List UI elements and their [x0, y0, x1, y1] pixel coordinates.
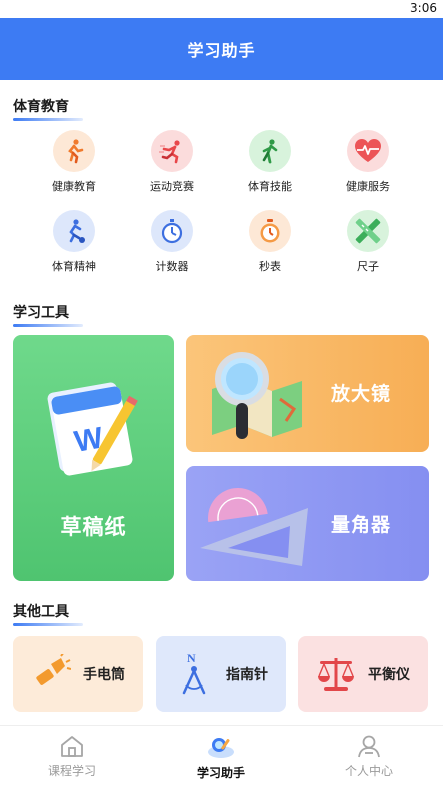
page-title: 学习助手 [187, 41, 256, 60]
grid-item-ruler[interactable]: 尺子 [328, 210, 408, 282]
flashlight-label: 手电筒 [83, 667, 125, 683]
compass-label: 指南针 [226, 667, 268, 683]
grid-item-label: 体育技能 [248, 180, 292, 193]
grid-item-label: 健康服务 [346, 180, 390, 193]
balance-label: 平衡仪 [368, 667, 410, 683]
grid-item-label: 运动竞赛 [150, 180, 194, 193]
home-icon [61, 736, 83, 757]
bottom-tab-bar: 课程学习 学习助手 个人中心 [0, 725, 443, 793]
draft-paper-card[interactable]: W 草稿纸 [13, 335, 174, 581]
tab-label: 学习助手 [196, 766, 245, 780]
section-title-study-tools-text: 学习工具 [13, 305, 69, 321]
app-bar: 学习助手 [0, 18, 443, 80]
tab-study-assistant[interactable]: 学习助手 [166, 734, 276, 781]
grid-item-label: 体育精神 [52, 260, 96, 273]
protractor-card[interactable]: 量角器 [186, 466, 429, 581]
tab-course-study[interactable]: 课程学习 [17, 734, 127, 779]
draft-paper-label: 草稿纸 [60, 515, 127, 539]
status-time: 3:06 [410, 1, 437, 15]
assistant-icon [208, 738, 234, 758]
compass-card[interactable]: N 指南针 [156, 636, 286, 712]
section-title-pe-text: 体育教育 [13, 99, 69, 115]
compass-icon: N [182, 651, 206, 695]
grid-item-stopwatch[interactable]: 秒表 [230, 210, 310, 282]
section-underline [13, 324, 83, 327]
grid-item-counter[interactable]: 计数器 [132, 210, 212, 282]
tab-label: 个人中心 [344, 764, 393, 778]
grid-item-label: 计数器 [155, 260, 189, 273]
section-title-study-tools: 学习工具 [13, 302, 83, 327]
grid-item-health-education[interactable]: 健康教育 [34, 130, 114, 202]
athlete-icon [249, 130, 291, 172]
magnifier-label: 放大镜 [331, 383, 392, 405]
protractor-icon [200, 488, 308, 566]
person-icon [358, 735, 380, 758]
grid-item-sports-competition[interactable]: 运动竞赛 [132, 130, 212, 202]
balance-card[interactable]: 平衡仪 [298, 636, 428, 712]
section-title-other-tools-text: 其他工具 [13, 604, 69, 620]
soccer-player-icon [53, 210, 95, 252]
magnifier-icon [212, 352, 302, 439]
grid-item-sports-skills[interactable]: 体育技能 [230, 130, 310, 202]
grid-item-label: 秒表 [259, 260, 281, 273]
grid-item-sportsmanship[interactable]: 体育精神 [34, 210, 114, 282]
flashlight-icon [36, 654, 71, 685]
tab-label: 课程学习 [47, 764, 96, 778]
section-underline [13, 623, 83, 626]
magnifier-card[interactable]: 放大镜 [186, 335, 429, 452]
grid-item-label: 尺子 [357, 260, 379, 273]
grid-item-health-service[interactable]: 健康服务 [328, 130, 408, 202]
draft-paper-icon: W [47, 382, 138, 476]
svg-text:N: N [187, 651, 196, 665]
sprint-icon [151, 130, 193, 172]
balance-scale-icon [318, 658, 354, 691]
protractor-label: 量角器 [331, 514, 392, 536]
stopwatch-icon [151, 210, 193, 252]
heart-icon [347, 130, 389, 172]
section-underline [13, 118, 83, 121]
grid-item-label: 健康教育 [52, 180, 96, 193]
runner-icon [53, 130, 95, 172]
flashlight-card[interactable]: 手电筒 [13, 636, 143, 712]
section-title-other-tools: 其他工具 [13, 601, 83, 626]
timer-icon [249, 210, 291, 252]
ruler-pencil-icon [347, 210, 389, 252]
tab-personal-center[interactable]: 个人中心 [314, 734, 424, 779]
status-bar: 3:06 [0, 0, 443, 18]
section-title-pe: 体育教育 [13, 96, 83, 121]
